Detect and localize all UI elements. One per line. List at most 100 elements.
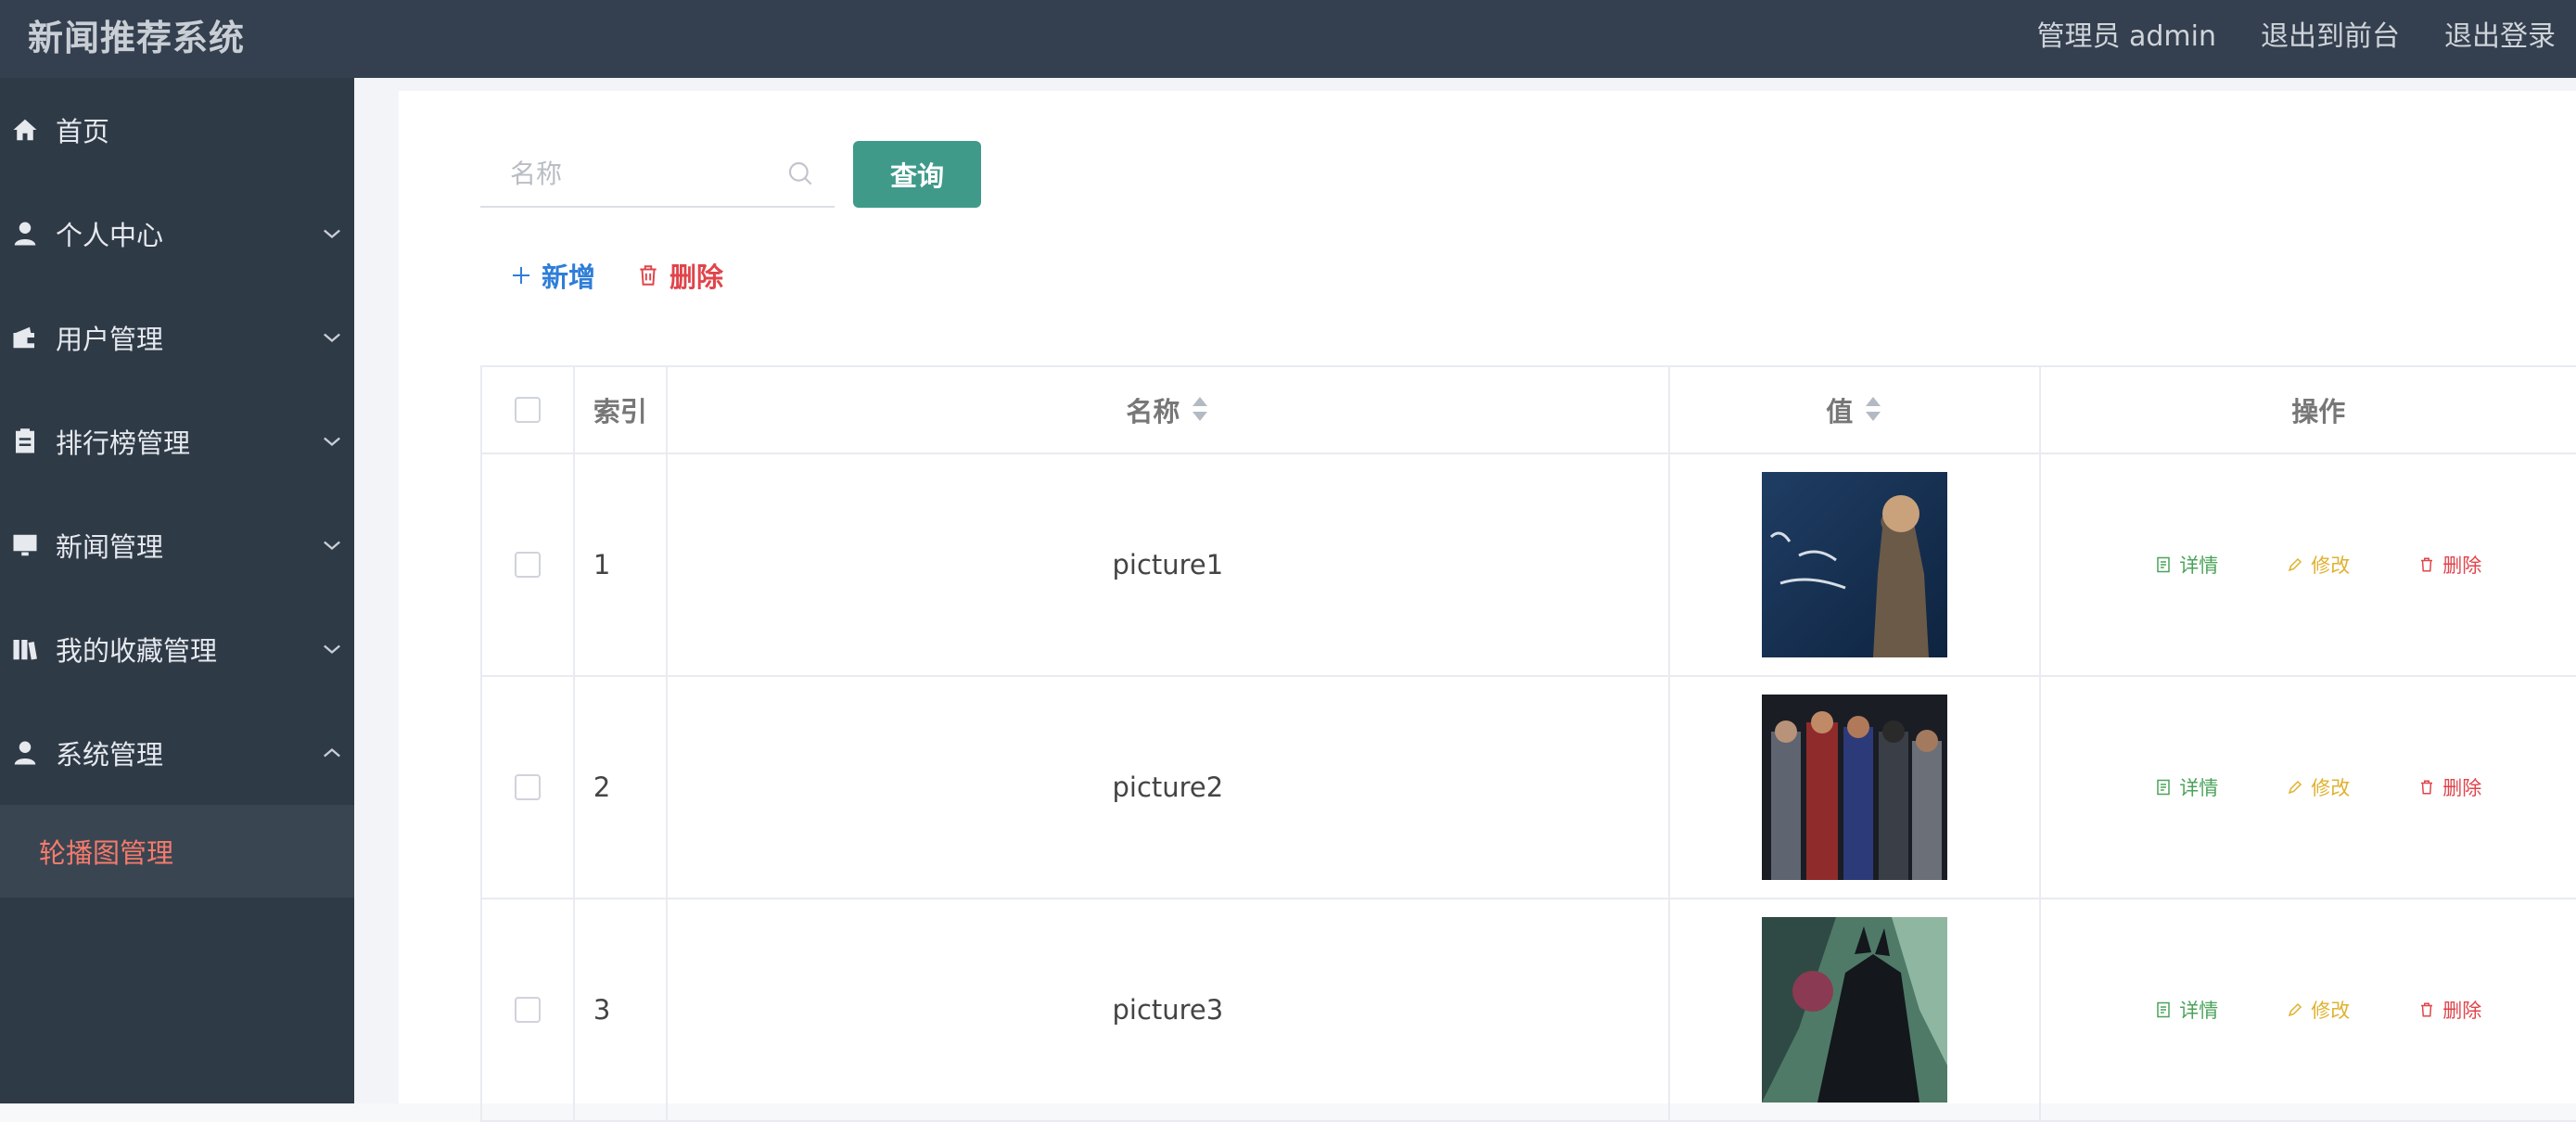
row-name: picture1	[668, 454, 1670, 675]
table-header-row: 索引 名称 值 操作	[482, 367, 2576, 454]
pencil-icon	[2289, 780, 2302, 795]
row-checkbox[interactable]	[514, 997, 541, 1023]
column-header-name[interactable]: 名称	[668, 367, 1670, 453]
sidebar-item-label: 系统管理	[56, 739, 164, 771]
row-delete-button[interactable]: 删除	[2418, 996, 2481, 1024]
row-index: 1	[575, 454, 668, 675]
row-index: 3	[575, 899, 668, 1120]
delete-label: 删除	[670, 261, 724, 293]
header-actions: 管理员 admin 退出到前台 退出登录	[2036, 13, 2556, 54]
batch-delete-button[interactable]: 删除	[636, 256, 723, 295]
row-name: picture3	[668, 899, 1670, 1120]
row-delete-button[interactable]: 删除	[2418, 551, 2481, 579]
column-header-index: 索引	[575, 367, 668, 453]
row-delete-button[interactable]: 删除	[2418, 773, 2481, 801]
delete-label: 删除	[2442, 777, 2482, 799]
document-icon	[2157, 556, 2171, 573]
search-input[interactable]	[480, 141, 835, 206]
add-label: 新增	[542, 261, 596, 293]
books-icon	[11, 635, 39, 663]
table-row: 2 picture2 详情 修改 删除	[482, 677, 2576, 899]
sidebar-item-label: 我的收藏管理	[56, 635, 218, 667]
select-all-checkbox[interactable]	[514, 397, 541, 423]
edit-button[interactable]: 修改	[2287, 773, 2350, 801]
column-header-value-label: 值	[1826, 396, 1854, 427]
detail-button[interactable]: 详情	[2155, 996, 2218, 1024]
chevron-down-icon	[324, 644, 340, 655]
sidebar-item-label: 新闻管理	[56, 531, 164, 563]
sidebar-item-system-management[interactable]: 系统管理	[0, 701, 354, 805]
detail-label: 详情	[2179, 1000, 2219, 1022]
app-title: 新闻推荐系统	[28, 18, 246, 58]
trash-icon	[2421, 1002, 2433, 1017]
sidebar-item-label: 首页	[56, 116, 110, 147]
column-header-ops: 操作	[2041, 367, 2576, 453]
thumbnail-image[interactable]	[1761, 695, 1947, 880]
trash-icon	[2421, 780, 2433, 795]
sidebar-item-user-management[interactable]: 用户管理	[0, 286, 354, 389]
row-checkbox[interactable]	[514, 552, 541, 578]
sidebar: 首页 个人中心 用户管理 排行榜管理 新闻管理 我的收藏管理 系统管理 轮播图管…	[0, 78, 354, 1103]
wallet-icon	[11, 324, 39, 351]
admin-user-label[interactable]: 管理员 admin	[2036, 13, 2216, 54]
table-row: 3 picture3 详情 修改 删除	[482, 899, 2576, 1122]
search-icon	[788, 161, 812, 185]
detail-label: 详情	[2179, 555, 2219, 577]
sidebar-item-ranking-management[interactable]: 排行榜管理	[0, 389, 354, 493]
sort-icon[interactable]	[1191, 397, 1209, 423]
thumbnail-image[interactable]	[1761, 472, 1947, 657]
table-row: 1 picture1 详情 修改 删除	[482, 454, 2576, 677]
delete-label: 删除	[2442, 1000, 2482, 1022]
plus-icon	[513, 267, 529, 284]
logout-link[interactable]: 退出登录	[2444, 13, 2556, 54]
chevron-down-icon	[324, 437, 340, 447]
edit-button[interactable]: 修改	[2287, 996, 2350, 1024]
thumbnail-image[interactable]	[1761, 917, 1947, 1103]
trash-icon	[640, 265, 657, 286]
sidebar-item-personal-center[interactable]: 个人中心	[0, 182, 354, 286]
column-header-name-label: 名称	[1126, 396, 1180, 427]
row-checkbox[interactable]	[514, 774, 541, 800]
pencil-icon	[2289, 1002, 2302, 1017]
row-name: picture2	[668, 677, 1670, 898]
user-icon	[11, 739, 39, 767]
row-index: 2	[575, 677, 668, 898]
column-header-value[interactable]: 值	[1670, 367, 2041, 453]
edit-label: 修改	[2311, 777, 2351, 799]
chevron-down-icon	[324, 541, 340, 551]
data-table: 索引 名称 值 操作 1 picture1 详情 修改 删除 2 picture…	[480, 365, 2576, 1122]
query-button[interactable]: 查询	[853, 141, 981, 208]
chevron-down-icon	[324, 333, 340, 343]
sidebar-item-news-management[interactable]: 新闻管理	[0, 493, 354, 597]
detail-button[interactable]: 详情	[2155, 551, 2218, 579]
sidebar-item-home[interactable]: 首页	[0, 78, 354, 182]
trash-icon	[2421, 557, 2433, 572]
chevron-down-icon	[324, 229, 340, 239]
clipboard-icon	[11, 427, 39, 455]
edit-label: 修改	[2311, 555, 2351, 577]
edit-label: 修改	[2311, 1000, 2351, 1022]
sidebar-item-label: 个人中心	[56, 220, 164, 251]
detail-button[interactable]: 详情	[2155, 773, 2218, 801]
add-button[interactable]: 新增	[510, 256, 595, 295]
sidebar-item-label: 排行榜管理	[56, 427, 191, 459]
monitor-icon	[11, 531, 39, 559]
exit-to-front-link[interactable]: 退出到前台	[2261, 13, 2400, 54]
search-field	[480, 141, 835, 208]
home-icon	[11, 116, 39, 144]
main-content: 查询 新增 删除 索引 名称 值 操作	[354, 78, 2576, 1122]
chevron-up-icon	[324, 747, 340, 758]
detail-label: 详情	[2179, 777, 2219, 799]
content-panel: 查询 新增 删除 索引 名称 值 操作	[399, 91, 2576, 1122]
sidebar-subitem-carousel-management[interactable]: 轮播图管理	[0, 805, 354, 898]
pencil-icon	[2289, 557, 2302, 572]
document-icon	[2157, 779, 2171, 796]
delete-label: 删除	[2442, 555, 2482, 577]
edit-button[interactable]: 修改	[2287, 551, 2350, 579]
sidebar-item-label: 用户管理	[56, 324, 164, 355]
sort-icon[interactable]	[1864, 397, 1882, 423]
user-icon	[11, 220, 39, 248]
sidebar-item-favorites-management[interactable]: 我的收藏管理	[0, 597, 354, 701]
document-icon	[2157, 1001, 2171, 1018]
top-header: 新闻推荐系统 管理员 admin 退出到前台 退出登录	[0, 0, 2576, 78]
